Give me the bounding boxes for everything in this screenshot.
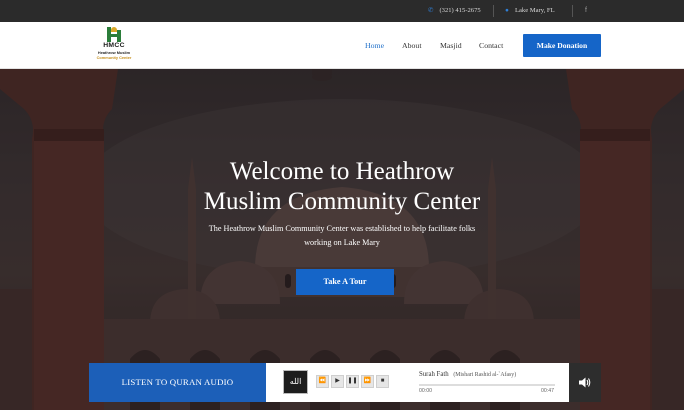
stop-icon[interactable]: ■ [376, 375, 389, 388]
logo-line2: Community Center [96, 55, 132, 60]
topbar-divider [493, 5, 494, 17]
make-donation-button[interactable]: Make Donation [523, 34, 601, 57]
hero-title-line1: Welcome to Heathrow [229, 158, 455, 185]
audio-progress-bar[interactable] [419, 384, 555, 386]
hero-title-line2: Muslim Community Center [203, 188, 481, 215]
pause-icon[interactable]: ❚❚ [346, 375, 359, 388]
nav-masjid[interactable]: Masjid [440, 22, 462, 69]
play-icon[interactable]: ▶ [331, 375, 344, 388]
hero-section: Welcome to Heathrow Muslim Community Cen… [0, 69, 684, 410]
facebook-icon[interactable]: f [585, 0, 587, 22]
location-text: Lake Mary, FL [514, 7, 555, 14]
topbar-divider [572, 5, 573, 17]
hero-subtitle-line2: working on Lake Mary [304, 238, 380, 247]
fast-forward-icon[interactable]: ⏩ [361, 375, 374, 388]
nav-home[interactable]: Home [365, 22, 384, 69]
logo-acronym: HMCC [103, 42, 125, 49]
hero-title: Welcome to Heathrow Muslim Community Cen… [142, 157, 542, 217]
track-title: Surah Fath [419, 371, 449, 378]
site-logo[interactable]: HMCC Heathrow Muslim Community Center [92, 26, 136, 64]
map-pin-icon: ● [505, 7, 509, 14]
top-bar: ✆ (321) 415-2675 ● Lake Mary, FL f [0, 0, 684, 22]
topbar-location: ● Lake Mary, FL [505, 0, 555, 22]
listen-audio-label: LISTEN TO QURAN AUDIO [89, 363, 266, 402]
quran-audio-player: LISTEN TO QURAN AUDIO الله ⏪ ▶ ❚❚ ⏩ ■ Su… [89, 363, 601, 402]
rewind-icon[interactable]: ⏪ [316, 375, 329, 388]
site-header: HMCC Heathrow Muslim Community Center Ho… [0, 22, 684, 69]
track-artist: (Mishari Rashid al-`Afasy) [453, 372, 517, 378]
phone-icon: ✆ [428, 7, 434, 14]
phone-number: (321) 415-2675 [439, 7, 481, 14]
current-time: 00:00 [419, 388, 432, 394]
nav-about[interactable]: About [402, 22, 422, 69]
volume-icon[interactable] [569, 363, 601, 402]
audio-player-body: الله ⏪ ▶ ❚❚ ⏩ ■ Surah Fath (Mishari Rash… [266, 363, 569, 402]
nav-contact[interactable]: Contact [479, 22, 503, 69]
take-a-tour-button[interactable]: Take A Tour [296, 269, 394, 295]
track-info: Surah Fath (Mishari Rashid al-`Afasy) [419, 371, 516, 378]
album-cover-icon: الله [283, 370, 308, 394]
topbar-phone[interactable]: ✆ (321) 415-2675 [428, 0, 481, 22]
logo-mark [105, 27, 123, 42]
duration-time: 00:47 [541, 388, 554, 394]
hero-subtitle: The Heathrow Muslim Community Center was… [172, 222, 512, 250]
hero-subtitle-line1: The Heathrow Muslim Community Center was… [208, 224, 476, 233]
